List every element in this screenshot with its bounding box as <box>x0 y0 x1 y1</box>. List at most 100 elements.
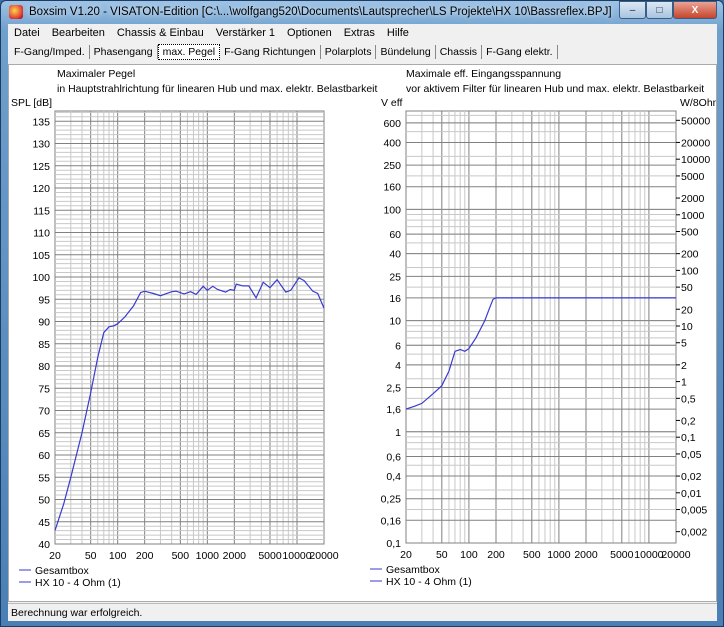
x-tick-label: 5000 <box>610 549 634 561</box>
y2-tick-label: 20000 <box>681 137 710 149</box>
x-tick-label: 2000 <box>574 549 598 561</box>
y-tick-label: 40 <box>389 249 401 261</box>
x-tick-label: 500 <box>172 550 190 562</box>
menu-datei[interactable]: Datei <box>8 27 46 39</box>
y2-tick-label: 0,005 <box>681 505 707 517</box>
x-tick-label: 5000 <box>258 550 282 562</box>
y-tick-label: 110 <box>33 228 50 240</box>
y-tick-label: 25 <box>389 271 401 283</box>
chart-panel: Maximaler Pegel in Hauptstrahlrichtung fü… <box>8 64 722 602</box>
x-tick-label: 20000 <box>309 550 338 562</box>
tab-fgang-elektr[interactable]: F-Gang elektr. <box>482 45 558 59</box>
y2-tick-label: 100 <box>681 265 699 277</box>
y2-tick-label: 1000 <box>681 210 705 222</box>
tab-fgang-imped[interactable]: F-Gang/Imped. <box>10 45 90 59</box>
y-tick-label: 55 <box>38 472 50 484</box>
y2-tick-label: 500 <box>681 227 699 239</box>
status-bar: Berechnung war erfolgreich. <box>8 603 717 621</box>
x-tick-label: 1000 <box>196 550 220 562</box>
y-tick-label: 115 <box>33 205 50 217</box>
legend-item: Gesamtbox <box>386 564 440 576</box>
maximize-button[interactable]: □ <box>646 1 673 19</box>
y-tick-label: 130 <box>32 139 50 151</box>
y-axis-label: V eff <box>381 97 402 109</box>
y-tick-label: 135 <box>32 116 50 128</box>
y2-tick-label: 0,5 <box>681 393 696 405</box>
y-tick-label: 400 <box>383 137 401 149</box>
tab-chassis[interactable]: Chassis <box>436 45 483 59</box>
title-bar[interactable]: Boxsim V1.20 - VISATON-Edition [C:\...\w… <box>1 1 723 23</box>
y-tick-label: 100 <box>32 272 50 284</box>
y2-tick-label: 2000 <box>681 193 705 205</box>
menu-hilfe[interactable]: Hilfe <box>381 27 415 39</box>
y-tick-label: 70 <box>38 406 50 418</box>
y-tick-label: 105 <box>32 250 50 262</box>
y-tick-label: 65 <box>38 428 50 440</box>
tab-max-pegel[interactable]: max. Pegel <box>157 44 221 60</box>
y2-tick-label: 200 <box>681 249 699 261</box>
tab-fgang-richtungen[interactable]: F-Gang Richtungen <box>220 45 321 59</box>
x-tick-label: 50 <box>85 550 97 562</box>
x-tick-label: 50 <box>436 549 448 561</box>
y2-tick-label: 0,002 <box>681 527 707 539</box>
x-tick-label: 200 <box>487 549 505 561</box>
y-tick-label: 1,6 <box>386 404 401 416</box>
y-tick-label: 16 <box>389 293 401 305</box>
y2-tick-label: 50 <box>681 282 693 294</box>
y-tick-label: 600 <box>383 118 401 130</box>
close-button[interactable]: X <box>673 1 717 19</box>
y-tick-label: 1 <box>395 427 401 439</box>
y-tick-label: 4 <box>395 360 401 372</box>
y2-tick-label: 0,01 <box>681 488 702 500</box>
menu-verstaerker[interactable]: Verstärker 1 <box>210 27 281 39</box>
y-tick-label: 45 <box>38 517 50 529</box>
y2-tick-label: 0,2 <box>681 415 696 427</box>
app-window: Boxsim V1.20 - VISATON-Edition [C:\...\w… <box>0 0 724 627</box>
charts-canvas: Maximaler Pegel in Hauptstrahlrichtung fü… <box>11 68 722 589</box>
y-tick-label: 0,6 <box>386 451 401 463</box>
minimize-button[interactable]: – <box>619 1 646 19</box>
y-axis-label: SPL [dB] <box>11 97 52 109</box>
y2-tick-label: 2 <box>681 360 687 372</box>
menu-bearbeiten[interactable]: Bearbeiten <box>46 27 111 39</box>
menu-chassis-einbau[interactable]: Chassis & Einbau <box>111 27 210 39</box>
app-icon <box>9 5 23 19</box>
y-tick-label: 2,5 <box>386 383 401 395</box>
x-tick-label: 10000 <box>282 550 311 562</box>
x-tick-label: 20000 <box>661 549 690 561</box>
y2-tick-label: 10000 <box>681 154 710 166</box>
x-tick-label: 2000 <box>223 550 247 562</box>
y-tick-label: 100 <box>383 204 401 216</box>
y-tick-label: 0,16 <box>381 515 402 527</box>
menu-optionen[interactable]: Optionen <box>281 27 338 39</box>
y-tick-label: 160 <box>383 182 401 194</box>
y2-tick-label: 0,05 <box>681 449 702 461</box>
chart-subtitle: vor aktivem Filter für linearen Hub und … <box>406 83 704 95</box>
window-title: Boxsim V1.20 - VISATON-Edition [C:\...\w… <box>29 6 612 18</box>
y-tick-label: 120 <box>32 183 50 195</box>
tab-polarplots[interactable]: Polarplots <box>321 45 377 59</box>
y-tick-label: 250 <box>383 160 401 172</box>
chart-title: Maximale eff. Eingangsspannung <box>406 68 561 80</box>
tab-phasengang[interactable]: Phasengang <box>90 45 158 59</box>
x-tick-label: 200 <box>136 550 154 562</box>
y2-tick-label: 10 <box>681 321 693 333</box>
legend-item: Gesamtbox <box>35 565 89 577</box>
x-tick-label: 100 <box>109 550 127 562</box>
x-tick-label: 20 <box>400 549 412 561</box>
y2-tick-label: 5000 <box>681 171 705 183</box>
y-tick-label: 60 <box>38 450 50 462</box>
y-tick-label: 0,1 <box>386 538 401 550</box>
y-tick-label: 85 <box>38 339 50 351</box>
chart-title: Maximaler Pegel <box>57 68 135 80</box>
y-tick-label: 50 <box>38 495 50 507</box>
y-tick-label: 10 <box>389 316 401 328</box>
y2-tick-label: 0,02 <box>681 471 702 483</box>
y2-tick-label: 1 <box>681 377 687 389</box>
tab-buendelung[interactable]: Bündelung <box>376 45 436 59</box>
menu-extras[interactable]: Extras <box>338 27 381 39</box>
y2-tick-label: 50000 <box>681 115 710 127</box>
x-tick-label: 10000 <box>634 549 663 561</box>
y-tick-label: 0,25 <box>381 494 402 506</box>
x-tick-label: 100 <box>460 549 478 561</box>
